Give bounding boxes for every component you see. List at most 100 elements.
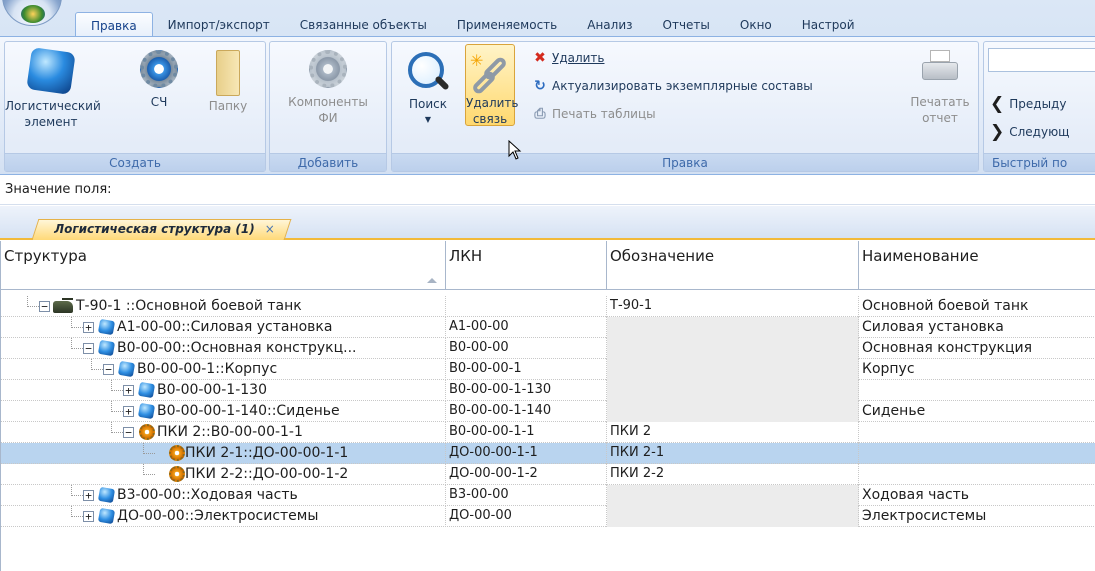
code-cell — [607, 359, 859, 380]
tree-cell: − ПКИ 2::В0-00-00-1-1 — [1, 422, 446, 443]
code-cell: ПКИ 2-2 — [607, 464, 859, 485]
table-row[interactable]: − ПКИ 2::В0-00-00-1-1 В0-00-00-1-1 ПКИ 2 — [1, 422, 1095, 443]
name-cell — [859, 422, 1095, 443]
tab-window[interactable]: Окно — [725, 12, 787, 36]
table-row[interactable]: ПКИ 2-1::ДО-00-00-1-1 ДО-00-00-1-1 ПКИ 2-1 — [1, 443, 1095, 464]
code-cell — [607, 401, 859, 422]
print-report-button[interactable]: Печатать отчет — [908, 50, 972, 126]
name-cell: Основной боевой танк — [859, 296, 1095, 317]
column-header-code[interactable]: Обозначение — [607, 241, 859, 290]
table-row[interactable]: + ДО-00-00::Электросистемы ДО-00-00 Электро… — [1, 506, 1095, 527]
create-logical-element-button[interactable]: Логистический элемент — [5, 47, 101, 130]
tree-cell: − В0-00-00::Основная конструкц... — [1, 338, 446, 359]
chevron-right-icon: ❯ — [990, 122, 1005, 142]
column-header-structure[interactable]: Структура — [1, 241, 446, 290]
collapse-icon[interactable]: − — [83, 343, 94, 354]
printer-icon: ⎙ — [534, 106, 546, 122]
collapse-icon[interactable]: − — [39, 301, 50, 312]
sort-ascending-icon — [427, 278, 437, 283]
table-row[interactable]: − Т-90-1 ::Основной боевой танк Т-90-1 Осно… — [1, 296, 1095, 317]
search-button[interactable]: Поиск ▼ — [406, 50, 450, 128]
mouse-cursor-icon — [508, 140, 522, 160]
cube-icon — [97, 318, 116, 336]
app-menu-button[interactable] — [2, 0, 62, 26]
table-row[interactable]: + В0-00-00-1-130 В0-00-00-1-130 — [1, 380, 1095, 401]
table-row[interactable]: − В0-00-00::Основная конструкц... В0-00-00… — [1, 338, 1095, 359]
print-table-button[interactable]: ⎙ Печать таблицы — [532, 104, 655, 124]
tree-connector — [111, 390, 123, 391]
link-icon: ✳ — [468, 53, 512, 96]
tab-applicability[interactable]: Применяемость — [442, 12, 572, 36]
node-label: В0-00-00-1-140::Сиденье — [157, 403, 340, 419]
update-instances-button[interactable]: ↻ Актуализировать экземплярные составы — [532, 76, 813, 96]
tree-connector — [111, 380, 112, 391]
tree-connector — [71, 317, 72, 328]
delete-button[interactable]: ✖ Удалить — [532, 48, 604, 68]
collapse-icon[interactable]: − — [103, 364, 114, 375]
tree-connector — [71, 495, 83, 496]
create-folder-button[interactable]: Папку — [203, 50, 253, 114]
tab-analysis[interactable]: Анализ — [572, 12, 647, 36]
tree-connector — [143, 474, 155, 475]
code-cell — [607, 380, 859, 401]
quick-search-input[interactable] — [988, 48, 1095, 72]
expand-icon[interactable]: + — [123, 406, 134, 417]
table-row[interactable]: − В0-00-00-1::Корпус В0-00-00-1 Корпус — [1, 359, 1095, 380]
group-add-label: Добавить — [270, 153, 386, 171]
prev-button[interactable]: ❮ Предыду — [990, 94, 1066, 114]
table-row[interactable]: + В3-00-00::Ходовая часть В3-00-00 Ходовая … — [1, 485, 1095, 506]
column-header-lkn[interactable]: ЛКН — [446, 241, 607, 290]
lkn-cell: ДО-00-00-1-2 — [446, 464, 607, 485]
tree-connector — [27, 306, 39, 307]
tank-icon — [53, 298, 73, 313]
field-value-label: Значение поля: — [5, 182, 112, 197]
tab-logical-structure[interactable]: Логистическая структура (1) × — [31, 219, 292, 240]
name-cell — [859, 443, 1095, 464]
tree-cell: + В0-00-00-1-140::Сиденье — [1, 401, 446, 422]
table-row[interactable]: ПКИ 2-2::ДО-00-00-1-2 ДО-00-00-1-2 ПКИ 2-2 — [1, 464, 1095, 485]
tab-reports[interactable]: Отчеты — [648, 12, 725, 36]
lkn-cell: ДО-00-00-1-1 — [446, 443, 607, 464]
gear-icon — [309, 50, 347, 88]
next-button[interactable]: ❯ Следующ — [990, 122, 1069, 142]
tab-settings[interactable]: Настрой — [787, 12, 870, 36]
tree-connector — [143, 443, 144, 454]
delete-link-button[interactable]: ✳ Удалить связь — [465, 44, 519, 126]
tab-edit[interactable]: Правка — [75, 12, 153, 36]
add-components-button[interactable]: Компоненты ФИ — [274, 50, 382, 126]
group-quick-search: ❮ Предыду ❯ Следующ Быстрый по — [983, 41, 1095, 172]
create-sch-button[interactable]: СЧ — [137, 50, 181, 110]
collapse-icon[interactable]: − — [123, 427, 134, 438]
expand-icon[interactable]: + — [83, 511, 94, 522]
table-row[interactable]: + А1-00-00::Силовая установка А1-00-00 Сило… — [1, 317, 1095, 338]
code-cell — [607, 317, 859, 338]
gear-icon — [169, 466, 185, 482]
node-label: ПКИ 2::В0-00-00-1-1 — [157, 424, 303, 440]
folder-icon — [216, 50, 240, 96]
expand-icon[interactable]: + — [83, 490, 94, 501]
code-cell — [607, 485, 859, 506]
tree-connector — [111, 401, 112, 412]
name-cell: Ходовая часть — [859, 485, 1095, 506]
lkn-cell: В0-00-00-1-140 — [446, 401, 607, 422]
expand-icon[interactable]: + — [83, 322, 94, 333]
tree-connector — [71, 338, 72, 349]
column-header-name[interactable]: Наименование — [859, 241, 1095, 290]
group-edit: Поиск ▼ ✳ Удалить связь ✖ Удалить ↻ Акту… — [391, 41, 979, 172]
cube-icon — [137, 381, 156, 399]
tree-connector — [27, 296, 28, 307]
close-icon[interactable]: × — [265, 222, 275, 236]
app-logo-icon — [21, 5, 45, 23]
tree-cell: + В0-00-00-1-130 — [1, 380, 446, 401]
lkn-cell: В3-00-00 — [446, 485, 607, 506]
tab-import-export[interactable]: Импорт/экспорт — [153, 12, 285, 36]
tab-related-objects[interactable]: Связанные объекты — [285, 12, 442, 36]
ribbon-tabs: Правка Импорт/экспорт Связанные объекты … — [75, 12, 870, 36]
lkn-cell: В0-00-00-1-1 — [446, 422, 607, 443]
cube-icon — [26, 47, 76, 95]
gear-icon — [140, 50, 178, 88]
expand-icon[interactable]: + — [123, 385, 134, 396]
code-cell: Т-90-1 — [607, 296, 859, 317]
table-row[interactable]: + В0-00-00-1-140::Сиденье В0-00-00-1-140 Си… — [1, 401, 1095, 422]
code-cell — [607, 506, 859, 527]
